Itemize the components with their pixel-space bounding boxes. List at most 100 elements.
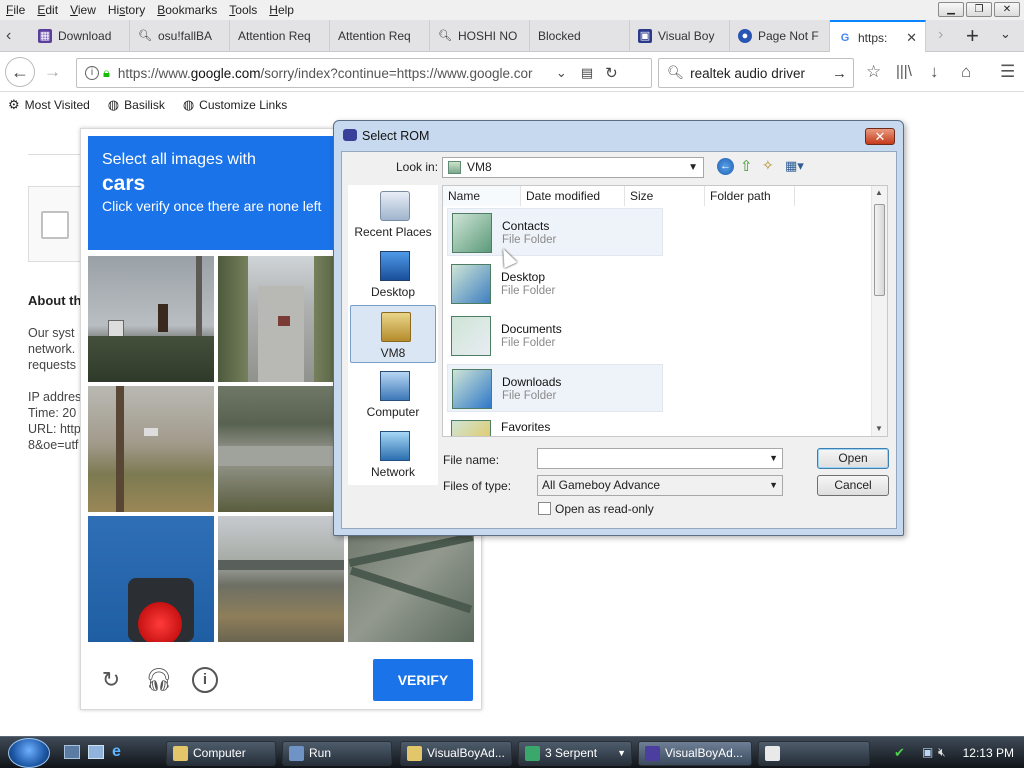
menu-bar: File Edit View History Bookmarks Tools H…: [0, 0, 1024, 20]
view-menu-icon[interactable]: ▦▾: [785, 158, 804, 174]
tab-attention-1[interactable]: Attention Req: [230, 20, 330, 52]
column-header-size[interactable]: Size: [625, 186, 705, 206]
menu-help[interactable]: Help: [263, 3, 300, 17]
back-icon[interactable]: ←: [5, 57, 35, 87]
maximize-button[interactable]: ❐: [966, 2, 992, 17]
dialog-close-button[interactable]: ✕: [865, 128, 895, 145]
taskbar-item-run[interactable]: Run: [282, 741, 392, 766]
list-all-tabs-icon[interactable]: ⌄: [1000, 26, 1011, 42]
taskbar-item-untitled[interactable]: [758, 741, 870, 766]
hamburger-menu-icon[interactable]: ☰: [1000, 62, 1015, 82]
file-list-scrollbar[interactable]: ▲ ▼: [871, 186, 887, 436]
read-only-checkbox[interactable]: [538, 502, 551, 515]
file-item-downloads[interactable]: Downloads File Folder: [447, 364, 663, 412]
place-recent-places[interactable]: Recent Places: [350, 185, 436, 243]
home-icon[interactable]: ⌂: [961, 62, 971, 82]
file-item-desktop[interactable]: Desktop File Folder: [447, 260, 663, 308]
tab-visual-boy[interactable]: ▣ Visual Boy: [630, 20, 730, 52]
tab-google-active[interactable]: Ghttps: ✕: [830, 20, 926, 53]
close-window-button[interactable]: ✕: [994, 2, 1020, 17]
tab-download[interactable]: ▦ Download: [30, 20, 130, 52]
taskbar-item-computer[interactable]: Computer: [166, 741, 276, 766]
volume-muted-icon[interactable]: 🔇︎: [938, 745, 946, 760]
tab-scroll-left-icon[interactable]: ‹: [6, 27, 11, 45]
reader-view-icon[interactable]: ▤: [581, 65, 593, 81]
menu-edit[interactable]: Edit: [31, 3, 64, 17]
downloads-folder-icon: [452, 369, 492, 409]
headphones-icon[interactable]: 🎧︎: [145, 667, 173, 693]
tab-osu[interactable]: 🔍︎ osu!fallBA: [130, 20, 230, 52]
tray-check-icon[interactable]: ✔: [894, 745, 905, 761]
files-of-type-select[interactable]: All Gameboy Advance ▼: [537, 475, 783, 496]
reload-challenge-icon[interactable]: ↻: [98, 667, 124, 693]
back-icon[interactable]: ←: [717, 158, 734, 175]
column-header-date-modified[interactable]: Date modified: [521, 186, 625, 206]
menu-view[interactable]: View: [64, 3, 102, 17]
clock[interactable]: 12:13 PM: [963, 746, 1014, 760]
column-header-name[interactable]: Name: [443, 186, 521, 206]
file-item-documents[interactable]: Documents File Folder: [447, 312, 663, 360]
tab-blocked[interactable]: Blocked: [530, 20, 630, 52]
tab-scroll-right-icon[interactable]: ›: [938, 26, 943, 44]
captcha-tile[interactable]: [218, 386, 344, 512]
search-bar[interactable]: 🔍︎ realtek audio driver →: [658, 58, 854, 88]
captcha-tile[interactable]: [218, 516, 344, 642]
menu-bookmarks[interactable]: Bookmarks: [151, 3, 223, 17]
forward-icon[interactable]: →: [44, 62, 61, 82]
look-in-select[interactable]: VM8 ▼: [442, 157, 704, 178]
scroll-up-icon[interactable]: ▲: [875, 188, 883, 197]
cancel-button[interactable]: Cancel: [817, 475, 889, 496]
menu-tools[interactable]: Tools: [223, 3, 263, 17]
show-desktop-icon[interactable]: [64, 745, 80, 759]
url-bar[interactable]: i 🔒︎ https://www.google.com/sorry/index?…: [76, 58, 652, 88]
reload-icon[interactable]: ↻: [605, 64, 618, 82]
verify-button[interactable]: VERIFY: [373, 659, 473, 701]
library-icon[interactable]: |||\: [896, 62, 912, 82]
place-computer[interactable]: Computer: [350, 365, 436, 423]
captcha-tile[interactable]: [88, 516, 214, 642]
internet-explorer-icon[interactable]: e: [112, 743, 121, 761]
read-only-label: Open as read-only: [555, 502, 654, 516]
bookmark-customize-links[interactable]: ◍ Customize Links: [183, 97, 287, 113]
bookmark-basilisk[interactable]: ◍ Basilisk: [108, 97, 165, 113]
minimize-button[interactable]: ▁: [938, 2, 964, 17]
new-folder-icon[interactable]: ✧: [762, 157, 774, 174]
place-network[interactable]: Network: [350, 425, 436, 483]
search-go-icon[interactable]: →: [832, 65, 847, 82]
tab-attention-2[interactable]: Attention Req: [330, 20, 430, 52]
tab-page-not-found[interactable]: ● Page Not F: [730, 20, 830, 52]
network-tray-icon[interactable]: ▣: [922, 745, 933, 759]
up-folder-icon[interactable]: ⇧: [740, 157, 753, 175]
close-tab-icon[interactable]: ✕: [906, 30, 917, 46]
globe-icon: ◍: [107, 96, 120, 112]
downloads-icon[interactable]: ↓: [930, 62, 939, 82]
bookmark-star-icon[interactable]: ☆: [866, 62, 881, 82]
bookmark-most-visited[interactable]: ⚙ Most Visited: [8, 97, 90, 113]
file-name-input[interactable]: ▼: [537, 448, 783, 469]
file-item-contacts[interactable]: Contacts File Folder: [447, 208, 663, 256]
captcha-tile[interactable]: [218, 256, 344, 382]
taskbar-item-serpent[interactable]: 3 Serpent ▼: [518, 741, 632, 766]
column-header-folder-path[interactable]: Folder path: [705, 186, 795, 206]
info-icon[interactable]: i: [85, 66, 99, 80]
menu-file[interactable]: File: [0, 3, 31, 17]
start-button[interactable]: [8, 738, 50, 768]
url-dropdown-icon[interactable]: ⌄: [556, 65, 567, 81]
place-desktop[interactable]: Desktop: [350, 245, 436, 303]
new-tab-icon[interactable]: +: [966, 23, 979, 49]
info-icon[interactable]: i: [192, 667, 218, 693]
captcha-tile[interactable]: [88, 256, 214, 382]
switch-windows-icon[interactable]: [88, 745, 104, 759]
taskbar-item-visualboy-folder[interactable]: VisualBoyAd...: [400, 741, 512, 766]
file-item-favorites[interactable]: Favorites: [447, 416, 663, 436]
place-vm8[interactable]: VM8: [350, 305, 436, 363]
captcha-tile[interactable]: [88, 386, 214, 512]
scroll-down-icon[interactable]: ▼: [875, 424, 883, 433]
tab-hoshi[interactable]: 🔍︎ HOSHI NO: [430, 20, 530, 52]
menu-history[interactable]: History: [102, 3, 151, 17]
search-input[interactable]: realtek audio driver: [690, 66, 832, 81]
recaptcha-checkbox[interactable]: [41, 211, 69, 239]
open-button[interactable]: Open: [817, 448, 889, 469]
taskbar-item-visualboy-app[interactable]: VisualBoyAd...: [638, 741, 752, 766]
scrollbar-thumb[interactable]: [874, 204, 885, 296]
